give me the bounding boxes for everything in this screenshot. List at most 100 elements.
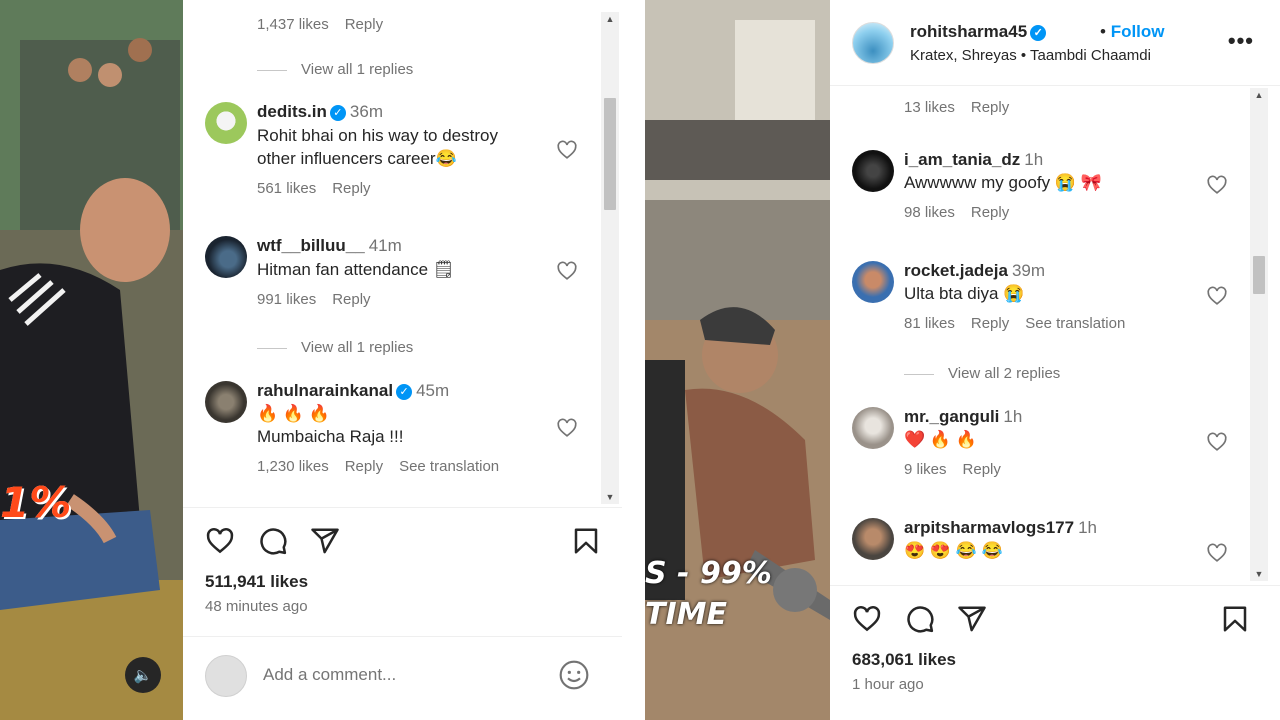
comment-time: 45m	[416, 381, 450, 400]
scrollbar[interactable]: ▲ ▼	[601, 12, 619, 504]
see-translation-link[interactable]: See translation	[1025, 315, 1125, 332]
emoji-icon[interactable]	[558, 659, 590, 691]
video-overlay-text: 1%	[0, 478, 72, 527]
comment-time: 1h	[1078, 518, 1098, 537]
reply-link[interactable]: Reply	[332, 180, 370, 197]
scroll-up-icon[interactable]: ▲	[601, 12, 619, 26]
like-count: 13 likes	[904, 99, 955, 116]
view-replies-link[interactable]: View all 1 replies	[257, 339, 413, 356]
comment-time: 41m	[368, 236, 402, 255]
verified-badge-icon: ✓	[396, 383, 413, 400]
comment-text: Hitman fan attendance 🗒	[257, 260, 455, 279]
likes-count[interactable]: 511,941 likes	[205, 572, 308, 592]
reply-link[interactable]: Reply	[332, 291, 370, 308]
reply-link[interactable]: Reply	[345, 458, 383, 475]
comment-icon[interactable]	[905, 604, 935, 634]
speaker-icon: 🔈	[133, 667, 153, 684]
like-count: 991 likes	[257, 291, 317, 308]
follow-area: • Follow	[1100, 22, 1165, 42]
comment-text: 😍 😍 😂 😂	[904, 541, 1003, 560]
author-avatar[interactable]	[852, 22, 894, 64]
heart-icon[interactable]	[1206, 431, 1228, 453]
avatar[interactable]	[852, 150, 894, 192]
mute-button[interactable]: 🔈	[125, 657, 161, 693]
comment-username[interactable]: mr._ganguli	[904, 407, 999, 426]
like-count: 1,437 likes	[257, 16, 329, 33]
comment-meta: 9 likes Reply	[904, 461, 1200, 478]
share-icon[interactable]	[957, 604, 987, 634]
save-bookmark-icon[interactable]	[1220, 604, 1250, 634]
scrollbar[interactable]: ▲ ▼	[1250, 88, 1268, 581]
save-bookmark-icon[interactable]	[571, 526, 601, 556]
comment-meta: 1,230 likes Reply See translation	[257, 458, 550, 475]
comment-username[interactable]: arpitsharmavlogs177	[904, 518, 1074, 537]
heart-icon[interactable]	[1206, 542, 1228, 564]
avatar[interactable]	[852, 261, 894, 303]
comment-text: Rohit bhai on his way to destroy other i…	[257, 126, 498, 168]
comment-username[interactable]: i_am_tania_dz	[904, 150, 1020, 169]
comment-input[interactable]	[263, 665, 523, 685]
share-icon[interactable]	[310, 526, 340, 556]
right-post-panel: S - 99% TIME rohitsharma45 ✓ • Follow Kra…	[645, 0, 1280, 720]
comment-text: Mumbaicha Raja !!!	[257, 427, 404, 446]
scrollbar-thumb[interactable]	[604, 98, 616, 210]
comment-meta: 13 likes Reply	[904, 99, 1025, 116]
comment-item: wtf__billuu__ 41m Hitman fan attendance 🗒…	[183, 236, 600, 316]
more-options-icon[interactable]: •••	[1228, 28, 1254, 54]
comment-meta: 1,437 likes Reply	[257, 16, 399, 33]
heart-icon[interactable]	[556, 139, 578, 161]
comment-time: 39m	[1011, 261, 1046, 280]
heart-icon[interactable]	[556, 417, 578, 439]
comment-item: mr._ganguli 1h ❤️ 🔥 🔥 9 likes Reply	[830, 407, 1250, 487]
view-replies-link[interactable]: View all 2 replies	[904, 365, 1060, 382]
reply-link[interactable]: Reply	[963, 461, 1001, 478]
verified-badge-icon: ✓	[329, 104, 346, 121]
comment-item: i_am_tania_dz 1h Awwwww my goofy 😭 🎀 98 l…	[830, 150, 1250, 230]
video-overlay-text: TIME	[645, 597, 727, 632]
avatar[interactable]	[852, 407, 894, 449]
comments-list[interactable]: 13 likes Reply i_am_tania_dz 1h Awwwww my …	[830, 87, 1250, 584]
like-count: 9 likes	[904, 461, 947, 478]
avatar[interactable]	[205, 236, 247, 278]
heart-icon[interactable]	[1206, 285, 1228, 307]
comment-item: rahulnarainkanal ✓ 45m 🔥 🔥 🔥 Mumbaicha Raj…	[183, 381, 600, 491]
author-username[interactable]: rohitsharma45	[910, 22, 1027, 41]
scroll-up-icon[interactable]: ▲	[1250, 88, 1268, 102]
reply-link[interactable]: Reply	[971, 315, 1009, 332]
reply-link[interactable]: Reply	[971, 99, 1009, 116]
post-time: 1 hour ago	[852, 676, 924, 693]
current-user-avatar	[205, 655, 247, 697]
comment-text: Ulta bta diya 😭	[904, 284, 1025, 303]
reply-link[interactable]: Reply	[971, 204, 1009, 221]
left-post-panel: 1% 🔈 1,437 likes Reply View all 1 replies…	[0, 0, 622, 720]
avatar[interactable]	[205, 102, 247, 144]
comment-username[interactable]: dedits.in	[257, 102, 327, 121]
scroll-down-icon[interactable]: ▼	[1250, 567, 1268, 581]
view-replies-link[interactable]: View all 1 replies	[257, 61, 413, 78]
reply-link[interactable]: Reply	[345, 16, 383, 33]
author-line: rohitsharma45 ✓	[910, 22, 1047, 42]
comment-icon[interactable]	[258, 526, 288, 556]
scroll-down-icon[interactable]: ▼	[601, 490, 619, 504]
like-heart-icon[interactable]	[205, 526, 235, 556]
audio-attribution[interactable]: Kratex, Shreyas • Taambdi Chaamdi	[910, 47, 1151, 64]
avatar[interactable]	[205, 381, 247, 423]
comment-username[interactable]: rocket.jadeja	[904, 261, 1008, 280]
like-count: 81 likes	[904, 315, 955, 332]
comment-username[interactable]: wtf__billuu__	[257, 236, 365, 255]
heart-icon[interactable]	[1206, 174, 1228, 196]
heart-icon[interactable]	[556, 260, 578, 282]
see-translation-link[interactable]: See translation	[399, 458, 499, 475]
avatar[interactable]	[852, 518, 894, 560]
video-player[interactable]: S - 99% TIME	[645, 0, 830, 720]
likes-count[interactable]: 683,061 likes	[852, 650, 956, 670]
comments-list[interactable]: 1,437 likes Reply View all 1 replies dedi…	[183, 0, 600, 506]
follow-button[interactable]: Follow	[1111, 22, 1165, 41]
comment-meta: 561 likes Reply	[257, 180, 550, 197]
scrollbar-thumb[interactable]	[1253, 256, 1265, 294]
like-heart-icon[interactable]	[852, 604, 882, 634]
action-bar: 683,061 likes 1 hour ago	[830, 585, 1280, 720]
video-player[interactable]: 1% 🔈	[0, 0, 183, 720]
comment-username[interactable]: rahulnarainkanal	[257, 381, 393, 400]
verified-badge-icon: ✓	[1030, 24, 1047, 41]
